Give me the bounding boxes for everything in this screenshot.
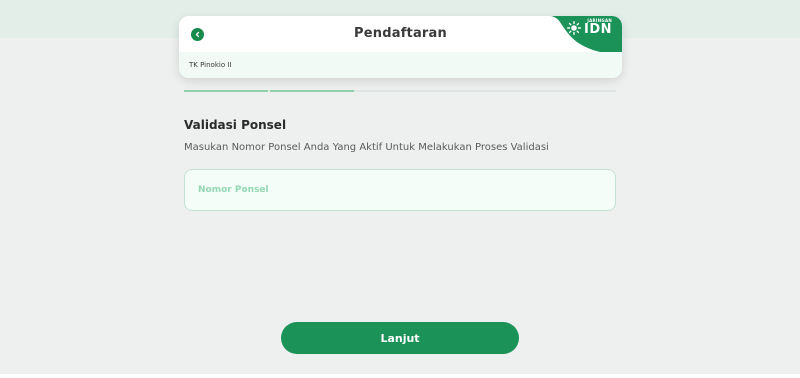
section-title: Validasi Ponsel (184, 118, 287, 132)
registration-header-card: Pendaftaran JARINGAN IDN TK Pinokio II (179, 16, 622, 78)
continue-button[interactable]: Lanjut (281, 322, 519, 354)
phone-number-input[interactable] (184, 169, 616, 211)
school-name: TK Pinokio II (189, 61, 232, 69)
brand-wordmark: JARINGAN IDN (584, 18, 612, 36)
sun-icon (567, 21, 581, 35)
progress-step-2 (270, 90, 354, 92)
step-progress (184, 90, 616, 92)
header-top-bar: Pendaftaran JARINGAN IDN (179, 16, 622, 54)
header-subbar: TK Pinokio II (179, 52, 622, 78)
brand-logo: JARINGAN IDN (550, 16, 622, 54)
bottom-edge (0, 374, 800, 378)
progress-step-1 (184, 90, 268, 92)
brand-main-text: IDN (583, 22, 612, 37)
section-description: Masukan Nomor Ponsel Anda Yang Aktif Unt… (184, 142, 549, 153)
